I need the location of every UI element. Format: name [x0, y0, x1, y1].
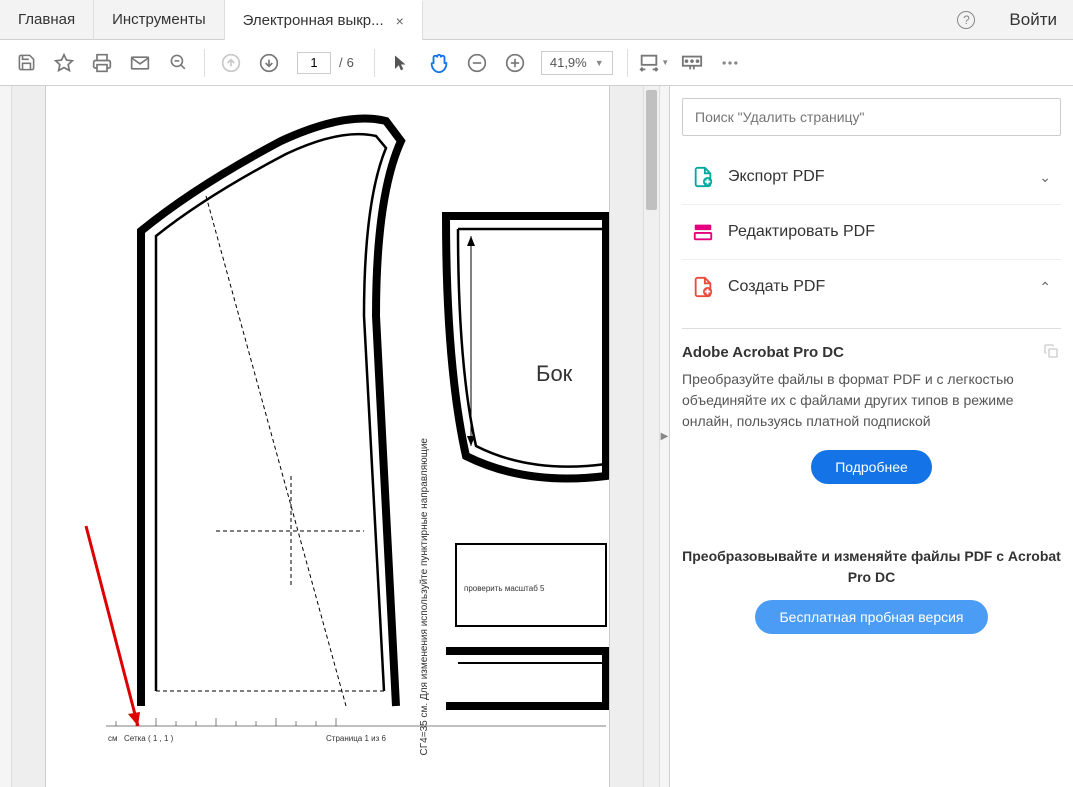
- promo2-panel: Преобразовывайте и изменяйте файлы PDF с…: [682, 498, 1061, 634]
- clone-icon[interactable]: [1043, 343, 1061, 361]
- piece-label: Бок: [536, 361, 572, 387]
- grid-label: Сетка ( 1 , 1 ): [124, 734, 173, 743]
- promo-text: Преобразуйте файлы в формат PDF и с легк…: [682, 369, 1061, 432]
- free-trial-button[interactable]: Бесплатная пробная версия: [755, 600, 987, 634]
- promo-title: Adobe Acrobat Pro DC: [682, 344, 844, 361]
- separator: [627, 49, 628, 77]
- zoom-out-icon[interactable]: [459, 45, 495, 81]
- pdf-page: Бок СГ4=35 см. Для изменения используйте…: [45, 86, 610, 787]
- tool-label: Редактировать PDF: [728, 223, 875, 241]
- tool-export-pdf[interactable]: Экспорт PDF ⌄: [682, 150, 1061, 205]
- search-input[interactable]: [682, 98, 1061, 136]
- promo-panel: Adobe Acrobat Pro DC Преобразуйте файлы …: [682, 328, 1061, 484]
- export-pdf-icon: [692, 166, 714, 188]
- vertical-note: СГ4=35 см. Для изменения используйте пун…: [419, 438, 430, 755]
- page-sep: /: [339, 55, 343, 70]
- main-area: Бок СГ4=35 см. Для изменения используйте…: [0, 86, 1073, 787]
- search-icon[interactable]: [160, 45, 196, 81]
- learn-more-button[interactable]: Подробнее: [811, 450, 932, 484]
- edit-pdf-icon: [692, 221, 714, 243]
- vertical-scrollbar[interactable]: [643, 86, 659, 787]
- separator: [204, 49, 205, 77]
- document-area[interactable]: Бок СГ4=35 см. Для изменения используйте…: [12, 86, 643, 787]
- tools-sidebar: Экспорт PDF ⌄ Редактировать PDF Создать …: [669, 86, 1073, 787]
- zoom-in-icon[interactable]: [497, 45, 533, 81]
- zoom-dropdown[interactable]: 41,9% ▼: [541, 51, 613, 75]
- promo2-title: Преобразовывайте и изменяйте файлы PDF с…: [682, 546, 1061, 588]
- close-tab-icon[interactable]: ×: [396, 13, 404, 29]
- tab-document[interactable]: Электронная выкр... ×: [225, 0, 423, 40]
- tool-create-pdf[interactable]: Создать PDF ⌃: [682, 260, 1061, 314]
- page-up-icon[interactable]: [213, 45, 249, 81]
- ruler-unit: см: [108, 734, 118, 743]
- star-icon[interactable]: [46, 45, 82, 81]
- tab-document-label: Электронная выкр...: [243, 12, 384, 29]
- page-down-icon[interactable]: [251, 45, 287, 81]
- page-total: 6: [347, 55, 354, 70]
- footer-page-label: Страница 1 из 6: [326, 734, 386, 743]
- tab-bar: Главная Инструменты Электронная выкр... …: [0, 0, 1073, 40]
- tool-label: Экспорт PDF: [728, 168, 825, 186]
- tab-home[interactable]: Главная: [0, 0, 94, 40]
- create-pdf-icon: [692, 276, 714, 298]
- hand-icon[interactable]: [421, 45, 457, 81]
- more-icon[interactable]: [712, 45, 748, 81]
- chevron-down-icon: ▼: [595, 58, 604, 68]
- page-number-input[interactable]: [297, 52, 331, 74]
- toolbar: / 6 41,9% ▼ ▼: [0, 40, 1073, 86]
- print-icon[interactable]: [84, 45, 120, 81]
- scale-check-label: проверить масштаб 5: [464, 584, 544, 593]
- zoom-value: 41,9%: [550, 55, 587, 70]
- pointer-icon[interactable]: [383, 45, 419, 81]
- reflow-icon[interactable]: [674, 45, 710, 81]
- red-arrow-annotation: [76, 516, 156, 746]
- chevron-down-icon: ⌄: [1039, 169, 1051, 186]
- tool-label: Создать PDF: [728, 278, 825, 296]
- chevron-down-icon: ▼: [661, 58, 669, 67]
- sign-in-button[interactable]: Войти: [993, 0, 1073, 40]
- help-icon[interactable]: ?: [957, 11, 975, 29]
- sidepanel-toggle[interactable]: ▶: [659, 86, 669, 787]
- save-icon[interactable]: [8, 45, 44, 81]
- fit-width-icon[interactable]: ▼: [636, 45, 672, 81]
- tab-tools[interactable]: Инструменты: [94, 0, 225, 40]
- tool-edit-pdf[interactable]: Редактировать PDF: [682, 205, 1061, 260]
- scrollbar-thumb[interactable]: [646, 90, 657, 210]
- left-gutter: [0, 86, 12, 787]
- email-icon[interactable]: [122, 45, 158, 81]
- separator: [374, 49, 375, 77]
- chevron-up-icon: ⌃: [1039, 279, 1051, 296]
